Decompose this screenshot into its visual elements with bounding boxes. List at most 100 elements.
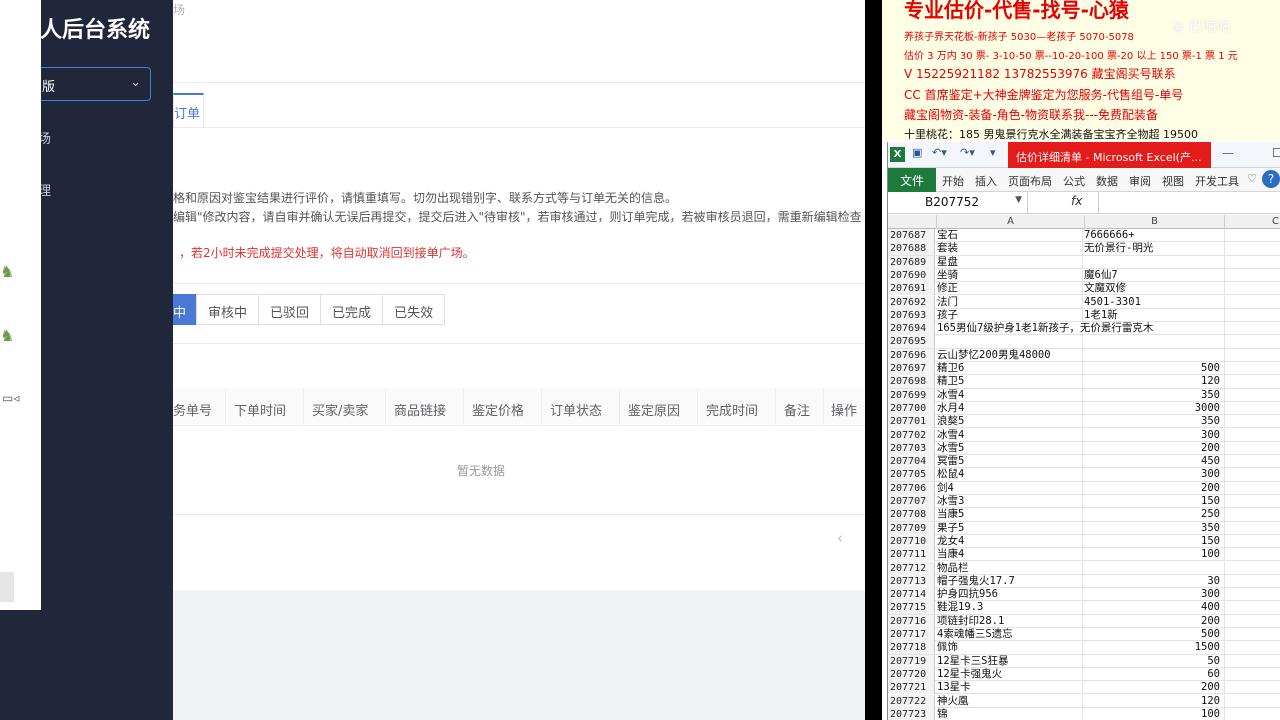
cell-c[interactable] xyxy=(1224,508,1280,522)
cell-c[interactable] xyxy=(1224,242,1280,256)
maximize-icon[interactable] xyxy=(1273,148,1280,157)
filter-in-progress[interactable]: 中 xyxy=(173,294,198,325)
sheet-row[interactable]: 207723 锦 100 xyxy=(888,707,1280,720)
sheet-row[interactable]: 207687 宝石 7666666+ xyxy=(888,229,1280,243)
sheet-row[interactable]: 207693 孩子 1老1新 xyxy=(888,308,1280,323)
cell-c[interactable] xyxy=(1224,495,1280,508)
row-number[interactable]: 207696 xyxy=(888,348,935,362)
cell-c[interactable] xyxy=(1224,308,1280,322)
cell-b[interactable] xyxy=(1084,562,1224,575)
cell-c[interactable] xyxy=(1224,548,1280,562)
cell-a[interactable]: 松鼠4 xyxy=(937,468,1083,482)
cell-a[interactable]: 冰雪5 xyxy=(937,441,1083,455)
breadcrumb[interactable]: 场 xyxy=(173,1,185,18)
sheet-row[interactable]: 207699 冰雪4 350 xyxy=(888,388,1280,402)
tab-page-layout[interactable]: 页面布局 xyxy=(1002,168,1057,191)
row-number[interactable]: 207689 xyxy=(888,255,935,269)
cell-b[interactable]: 200 xyxy=(1084,615,1224,628)
sheet-row[interactable]: 207711 当康4 100 xyxy=(888,548,1280,562)
row-number[interactable]: 207721 xyxy=(888,681,935,695)
sheet-row[interactable]: 207689 星盘 xyxy=(888,255,1280,269)
sheet-row[interactable]: 207691 修正 文魔双修 xyxy=(888,282,1280,296)
row-number[interactable]: 207692 xyxy=(888,295,935,309)
row-number[interactable]: 207712 xyxy=(888,561,935,575)
cell-c[interactable] xyxy=(1224,362,1280,375)
cell-a[interactable]: 精卫5 xyxy=(937,375,1083,389)
sheet-row[interactable]: 207694 165男仙7级护身1老1新孩子，无价景行雷克木 xyxy=(888,322,1280,336)
formula-input[interactable] xyxy=(1098,192,1280,214)
help-icon[interactable]: ? xyxy=(1262,170,1280,188)
row-number[interactable]: 207714 xyxy=(888,588,935,602)
cell-a[interactable]: 龙女4 xyxy=(937,534,1083,548)
function-icon[interactable]: fx xyxy=(1071,194,1082,208)
row-number[interactable]: 207706 xyxy=(888,481,935,495)
cell-c[interactable] xyxy=(1224,415,1280,429)
cell-a[interactable]: 冰雪3 xyxy=(937,495,1083,508)
sheet-row[interactable]: 207720 12星卡强鬼火 60 xyxy=(888,667,1280,682)
cell-b[interactable]: 200 xyxy=(1084,482,1224,495)
cell-a[interactable]: 星盘 xyxy=(937,255,1083,269)
cell-b[interactable]: 250 xyxy=(1084,508,1224,521)
cell-b[interactable]: 30 xyxy=(1084,575,1224,588)
sheet-row[interactable]: 207702 冰雪4 300 xyxy=(888,428,1280,442)
cell-c[interactable] xyxy=(1224,229,1280,242)
cell-a[interactable]: 剑4 xyxy=(937,481,1083,495)
sheet-row[interactable]: 207696 云山梦忆200男鬼48000 xyxy=(888,348,1280,362)
customize-qat-icon[interactable]: ▾ xyxy=(990,146,996,159)
cell-b[interactable]: 200 xyxy=(1084,681,1224,694)
cell-b[interactable] xyxy=(1084,322,1224,335)
sheet-row[interactable]: 207707 冰雪3 150 xyxy=(888,495,1280,509)
row-number[interactable]: 207722 xyxy=(888,694,935,708)
cell-a[interactable]: 云山梦忆200男鬼48000 xyxy=(937,348,1083,362)
cell-c[interactable] xyxy=(1224,388,1280,402)
cell-a[interactable]: 套装 xyxy=(937,242,1083,256)
cell-a[interactable]: 12星卡三S狂暴 xyxy=(937,654,1083,668)
cell-a[interactable]: 锦 xyxy=(937,707,1083,720)
cell-b[interactable]: 150 xyxy=(1084,535,1224,548)
cell-c[interactable] xyxy=(1224,268,1280,282)
cell-c[interactable] xyxy=(1224,601,1280,615)
sheet-row[interactable]: 207709 果子5 350 xyxy=(888,521,1280,535)
row-number[interactable]: 207687 xyxy=(888,229,935,242)
filter-reviewing[interactable]: 审核中 xyxy=(196,294,260,325)
cell-a[interactable] xyxy=(937,335,1083,349)
row-number[interactable]: 207697 xyxy=(888,362,935,375)
cell-a[interactable]: 神火凰 xyxy=(937,694,1083,708)
cell-c[interactable] xyxy=(1224,534,1280,548)
cell-b[interactable]: 500 xyxy=(1084,362,1224,375)
row-number[interactable]: 207708 xyxy=(888,508,935,522)
cell-b[interactable]: 无价景行-明光 xyxy=(1084,242,1224,255)
cell-a[interactable]: 孩子 xyxy=(937,308,1083,322)
sheet-row[interactable]: 207697 精卫6 500 xyxy=(888,362,1280,376)
sheet-row[interactable]: 207698 精卫5 120 xyxy=(888,375,1280,389)
row-number[interactable]: 207703 xyxy=(888,441,935,455)
cell-c[interactable] xyxy=(1224,295,1280,309)
sheet-row[interactable]: 207717 4索魂幡三S遗忘 500 xyxy=(888,628,1280,642)
cell-a[interactable]: 果子5 xyxy=(937,521,1083,535)
minimize-icon[interactable]: — xyxy=(1222,146,1234,160)
cell-c[interactable] xyxy=(1224,707,1280,720)
cell-a[interactable]: 165男仙7级护身1老1新孩子，无价景行雷克木 xyxy=(937,322,1153,336)
cell-c[interactable] xyxy=(1224,282,1280,296)
cell-c[interactable] xyxy=(1224,667,1280,681)
cell-b[interactable]: 魔6仙7 xyxy=(1084,269,1224,282)
cell-c[interactable] xyxy=(1224,441,1280,455)
select-all-corner[interactable] xyxy=(888,215,936,229)
cell-c[interactable] xyxy=(1224,481,1280,495)
cell-a[interactable]: 宝石 xyxy=(937,229,1083,242)
cell-b[interactable] xyxy=(1084,256,1224,269)
row-number[interactable]: 207705 xyxy=(888,468,935,482)
row-number[interactable]: 207691 xyxy=(888,282,935,296)
cell-c[interactable] xyxy=(1224,428,1280,442)
cell-b[interactable]: 50 xyxy=(1084,655,1224,668)
cell-a[interactable]: 浪獒5 xyxy=(937,415,1083,429)
row-number[interactable]: 207719 xyxy=(888,654,935,668)
cell-a[interactable]: 鞋混19.3 xyxy=(937,601,1083,615)
sheet-row[interactable]: 207695 xyxy=(888,335,1280,349)
cell-c[interactable] xyxy=(1224,641,1280,655)
cell-a[interactable]: 13星卡 xyxy=(937,681,1083,695)
cell-a[interactable]: 冥雷5 xyxy=(937,455,1083,469)
sheet-row[interactable]: 207688 套装 无价景行-明光 xyxy=(888,242,1280,256)
column-header-c[interactable]: C xyxy=(1224,215,1280,229)
cell-b[interactable]: 7666666+ xyxy=(1084,229,1224,242)
